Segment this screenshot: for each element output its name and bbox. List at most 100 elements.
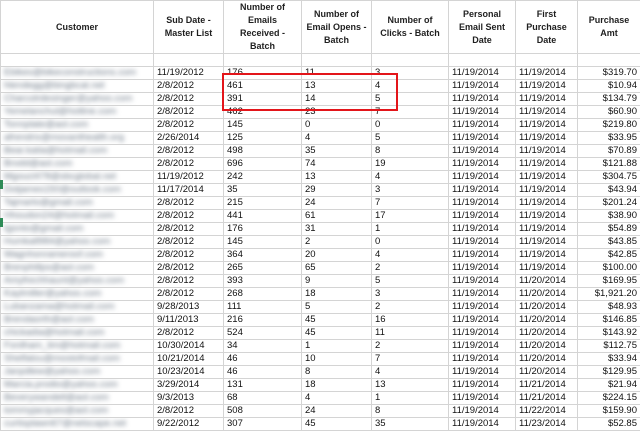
cell-clicks[interactable]: 2 — [372, 301, 449, 314]
cell-sub-date[interactable]: 2/8/2012 — [154, 405, 224, 418]
cell-personal-email-sent-date[interactable]: 11/19/2014 — [449, 301, 516, 314]
cell-personal-email-sent-date[interactable]: 11/19/2014 — [449, 158, 516, 171]
cell-personal-email-sent-date[interactable]: 11/19/2014 — [449, 275, 516, 288]
cell-purchase-amt[interactable]: $1,921.20 — [578, 288, 640, 301]
cell-customer[interactable]: Hhoudon24@hotmail.com — [1, 210, 154, 223]
cell-purchase-amt[interactable]: $43.94 — [578, 184, 640, 197]
cell-purchase-amt[interactable]: $169.95 — [578, 275, 640, 288]
cell-emails-received[interactable]: 145 — [224, 236, 302, 249]
cell-sub-date[interactable]: 2/8/2012 — [154, 158, 224, 171]
cell-sub-date[interactable]: 11/19/2012 — [154, 67, 224, 80]
header-first-purchase-date[interactable]: First Purchase Date — [516, 1, 578, 54]
cell-purchase-amt[interactable]: $129.95 — [578, 366, 640, 379]
cell-purchase-amt[interactable]: $112.75 — [578, 340, 640, 353]
cell-sub-date[interactable]: 10/21/2014 — [154, 353, 224, 366]
header-clicks[interactable]: Number of Clicks - Batch — [372, 1, 449, 54]
cell-first-purchase-date[interactable]: 11/20/2014 — [516, 340, 578, 353]
cell-personal-email-sent-date[interactable]: 11/19/2014 — [449, 67, 516, 80]
cell-emails-received[interactable]: 498 — [224, 145, 302, 158]
cell-emails-received[interactable]: 176 — [224, 67, 302, 80]
cell-personal-email-sent-date[interactable]: 11/19/2014 — [449, 197, 516, 210]
cell-clicks[interactable]: 19 — [372, 158, 449, 171]
cell-sub-date[interactable]: 2/8/2012 — [154, 119, 224, 132]
cell-customer[interactable]: Ebikes@bikeconstructions.com — [1, 67, 154, 80]
cell-customer[interactable]: tommyjacques@aol.com — [1, 405, 154, 418]
cell-email-opens[interactable]: 74 — [302, 158, 372, 171]
cell-purchase-amt[interactable]: $224.15 — [578, 392, 640, 405]
cell-first-purchase-date[interactable]: 11/19/2014 — [516, 158, 578, 171]
cell-clicks[interactable]: 0 — [372, 119, 449, 132]
cell-email-opens[interactable]: 29 — [302, 184, 372, 197]
cell-first-purchase-date[interactable]: 11/19/2014 — [516, 184, 578, 197]
cell-clicks[interactable]: 4 — [372, 80, 449, 93]
cell-personal-email-sent-date[interactable]: 11/19/2014 — [449, 418, 516, 431]
cell-sub-date[interactable]: 2/8/2012 — [154, 249, 224, 262]
cell-emails-received[interactable]: 441 — [224, 210, 302, 223]
cell-clicks[interactable]: 4 — [372, 249, 449, 262]
cell-personal-email-sent-date[interactable]: 11/19/2014 — [449, 327, 516, 340]
cell-sub-date[interactable]: 2/8/2012 — [154, 93, 224, 106]
cell-purchase-amt[interactable]: $42.85 — [578, 249, 640, 262]
cell-clicks[interactable]: 4 — [372, 366, 449, 379]
cell-email-opens[interactable]: 20 — [302, 249, 372, 262]
cell-personal-email-sent-date[interactable]: 11/19/2014 — [449, 223, 516, 236]
cell-clicks[interactable]: 7 — [372, 197, 449, 210]
cell-clicks[interactable]: 2 — [372, 340, 449, 353]
header-email-opens[interactable]: Number of Email Opens - Batch — [302, 1, 372, 54]
cell-purchase-amt[interactable]: $38.90 — [578, 210, 640, 223]
cell-first-purchase-date[interactable]: 11/20/2014 — [516, 288, 578, 301]
header-personal-email-sent-date[interactable]: Personal Email Sent Date — [449, 1, 516, 54]
cell-first-purchase-date[interactable]: 11/20/2014 — [516, 366, 578, 379]
cell-customer[interactable]: Mgoucl478@sbcglobal.net — [1, 171, 154, 184]
cell-customer[interactable]: Fordham_lim@hotmail.com — [1, 340, 154, 353]
cell-first-purchase-date[interactable]: 11/23/2014 — [516, 418, 578, 431]
cell-customer[interactable]: Dotjames150@outlook.com — [1, 184, 154, 197]
header-customer[interactable]: Customer — [1, 1, 154, 54]
cell-email-opens[interactable]: 2 — [302, 236, 372, 249]
cell-clicks[interactable]: 5 — [372, 275, 449, 288]
cell-sub-date[interactable]: 9/11/2013 — [154, 314, 224, 327]
cell-personal-email-sent-date[interactable]: 11/19/2014 — [449, 93, 516, 106]
cell-purchase-amt[interactable]: $70.89 — [578, 145, 640, 158]
cell-emails-received[interactable]: 68 — [224, 392, 302, 405]
cell-purchase-amt[interactable]: $201.24 — [578, 197, 640, 210]
cell-customer[interactable]: Tonnplate@aol.com — [1, 119, 154, 132]
cell-email-opens[interactable]: 1 — [302, 340, 372, 353]
cell-customer[interactable]: Bear.katia@hotmail.com — [1, 145, 154, 158]
cell-clicks[interactable]: 1 — [372, 223, 449, 236]
cell-sub-date[interactable]: 11/17/2014 — [154, 184, 224, 197]
cell-first-purchase-date[interactable]: 11/19/2014 — [516, 67, 578, 80]
cell-purchase-amt[interactable] — [578, 54, 640, 67]
cell-emails-received[interactable]: 393 — [224, 275, 302, 288]
cell-clicks[interactable] — [372, 54, 449, 67]
cell-personal-email-sent-date[interactable]: 11/19/2014 — [449, 405, 516, 418]
cell-personal-email-sent-date[interactable]: 11/19/2014 — [449, 210, 516, 223]
cell-emails-received[interactable]: 696 — [224, 158, 302, 171]
cell-emails-received[interactable]: 176 — [224, 223, 302, 236]
cell-email-opens[interactable]: 65 — [302, 262, 372, 275]
cell-purchase-amt[interactable]: $159.90 — [578, 405, 640, 418]
cell-emails-received[interactable]: 508 — [224, 405, 302, 418]
cell-first-purchase-date[interactable]: 11/20/2014 — [516, 275, 578, 288]
cell-personal-email-sent-date[interactable]: 11/19/2014 — [449, 366, 516, 379]
cell-purchase-amt[interactable]: $143.92 — [578, 327, 640, 340]
cell-first-purchase-date[interactable]: 11/19/2014 — [516, 262, 578, 275]
cell-purchase-amt[interactable]: $10.94 — [578, 80, 640, 93]
cell-email-opens[interactable]: 5 — [302, 301, 372, 314]
cell-personal-email-sent-date[interactable]: 11/19/2014 — [449, 184, 516, 197]
cell-first-purchase-date[interactable]: 11/19/2014 — [516, 197, 578, 210]
cell-sub-date[interactable]: 2/8/2012 — [154, 262, 224, 275]
cell-sub-date[interactable] — [154, 54, 224, 67]
cell-personal-email-sent-date[interactable]: 11/19/2014 — [449, 379, 516, 392]
cell-customer[interactable]: Lubanzama@hotmail.com — [1, 301, 154, 314]
cell-email-opens[interactable]: 4 — [302, 132, 372, 145]
cell-personal-email-sent-date[interactable]: 11/19/2014 — [449, 262, 516, 275]
cell-customer[interactable]: Wagnhonrameroof.com — [1, 249, 154, 262]
cell-customer[interactable] — [1, 54, 154, 67]
cell-personal-email-sent-date[interactable]: 11/19/2014 — [449, 288, 516, 301]
cell-customer[interactable]: Janpdlew@yahoo.com — [1, 366, 154, 379]
cell-email-opens[interactable] — [302, 54, 372, 67]
cell-sub-date[interactable]: 10/30/2014 — [154, 340, 224, 353]
cell-sub-date[interactable]: 2/8/2012 — [154, 80, 224, 93]
cell-email-opens[interactable]: 61 — [302, 210, 372, 223]
